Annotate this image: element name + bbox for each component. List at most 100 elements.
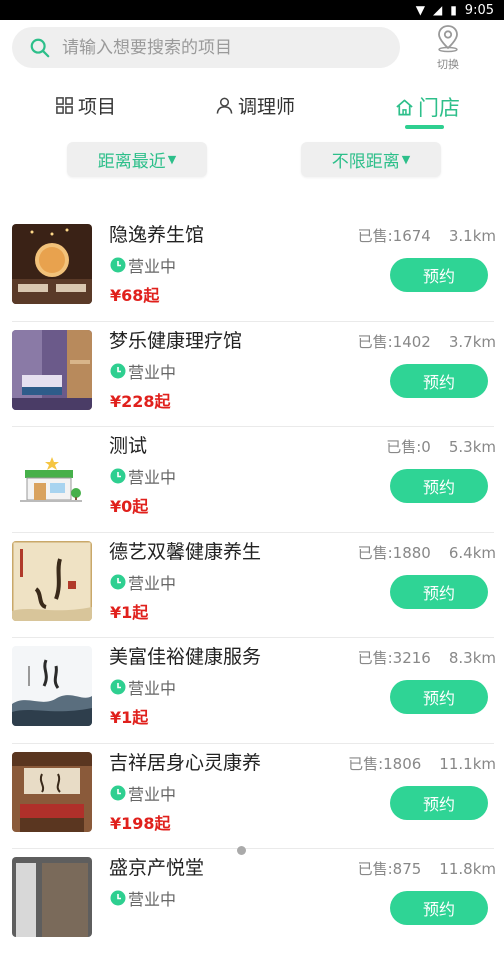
- status-text: 营业中: [128, 784, 177, 804]
- store-name: 盛京产悦堂: [109, 857, 205, 879]
- distance-sort-dropdown[interactable]: 距离最近 ▼: [67, 142, 207, 177]
- store-distance: 11.1km: [439, 754, 496, 773]
- distance-range-dropdown[interactable]: 不限距离 ▼: [301, 142, 441, 177]
- book-button[interactable]: 预约: [390, 891, 488, 925]
- clock-icon: [110, 574, 126, 589]
- sold-count: 已售:3216: [357, 649, 431, 667]
- store-name: 德艺双馨健康养生: [109, 540, 262, 563]
- store-name: 美富佳裕健康服务: [109, 646, 262, 668]
- store-status: 营业中: [110, 781, 176, 805]
- store-distance: 5.3km: [448, 438, 496, 456]
- sold-count: 已售:0: [386, 438, 431, 456]
- grid-icon: [56, 97, 73, 114]
- location-pin-icon: [438, 25, 458, 53]
- status-time: 9:05: [464, 2, 494, 18]
- store-price: ¥198起: [110, 813, 171, 833]
- store-item[interactable]: 美富佳裕健康服务 营业中 ¥1起 已售:3216 8.3km 预约: [0, 638, 504, 744]
- search-box[interactable]: [12, 27, 400, 68]
- book-button[interactable]: 预约: [390, 363, 488, 398]
- status-bar: ▼ ◢ ▮ 9:05: [0, 0, 504, 20]
- store-thumbnail: [12, 224, 92, 304]
- store-meta: 已售:1674 3.1km: [358, 225, 496, 246]
- store-distance: 3.7km: [448, 332, 496, 351]
- store-price: ¥1起: [110, 602, 149, 622]
- store-meta: 已售:1402 3.7km: [358, 331, 496, 352]
- store-status: 营业中: [110, 675, 176, 699]
- clock-icon: [110, 785, 126, 800]
- home-icon: [396, 99, 413, 115]
- scroll-indicator: [237, 846, 246, 855]
- status-text: 营业中: [128, 890, 177, 909]
- status-text: 营业中: [128, 257, 177, 276]
- book-button[interactable]: 预约: [390, 574, 488, 609]
- wifi-icon: ▼: [415, 3, 425, 17]
- switch-location-button[interactable]: 切换: [428, 23, 468, 73]
- sold-count: 已售:1880: [357, 543, 431, 562]
- sold-count: 已售:1402: [357, 332, 431, 351]
- store-status: 营业中: [110, 886, 176, 910]
- search-icon: [30, 38, 50, 57]
- switch-label: 切换: [437, 58, 459, 71]
- clock-icon: [110, 363, 126, 378]
- store-thumbnail: [12, 646, 92, 726]
- store-thumbnail: [12, 329, 92, 410]
- store-price: ¥68起: [110, 286, 160, 305]
- signal-icon: ◢: [432, 3, 443, 17]
- store-status: 营业中: [110, 359, 176, 383]
- store-status: 营业中: [110, 464, 176, 488]
- tab-projects[interactable]: 项目: [55, 92, 116, 119]
- store-name: 测试: [109, 435, 148, 457]
- book-button[interactable]: 预约: [390, 469, 488, 503]
- store-meta: 已售:1806 11.1km: [348, 753, 496, 774]
- search-input[interactable]: [62, 37, 362, 58]
- clock-icon: [110, 468, 126, 484]
- store-distance: 11.8km: [439, 860, 496, 878]
- store-price: ¥0起: [110, 497, 149, 516]
- status-text: 营业中: [128, 679, 177, 698]
- store-distance: 8.3km: [448, 649, 496, 667]
- store-meta: 已售:875 11.8km: [358, 858, 496, 879]
- store-name: 梦乐健康理疗馆: [109, 329, 243, 352]
- clock-icon: [110, 257, 126, 273]
- store-price: ¥228起: [110, 391, 171, 411]
- store-item[interactable]: 盛京产悦堂 营业中 已售:875 11.8km 预约: [0, 849, 504, 955]
- store-status: 营业中: [110, 570, 176, 594]
- store-item[interactable]: 隐逸养生馆 营业中 ¥68起 已售:1674 3.1km 预约: [0, 216, 504, 322]
- store-thumbnail: [12, 751, 92, 832]
- store-thumbnail: [12, 540, 92, 621]
- filter-label: 距离最近: [97, 152, 166, 172]
- book-button[interactable]: 预约: [390, 258, 488, 292]
- store-name: 隐逸养生馆: [109, 224, 205, 246]
- tab-label: 项目: [78, 96, 117, 118]
- caret-down-icon: ▼: [167, 153, 177, 166]
- book-button[interactable]: 预约: [390, 785, 488, 820]
- filter-label: 不限距离: [331, 152, 400, 172]
- store-item[interactable]: 吉祥居身心灵康养 营业中 ¥198起 已售:1806 11.1km 预约: [0, 744, 504, 849]
- store-status: 营业中: [110, 253, 176, 277]
- store-list: 隐逸养生馆 营业中 ¥68起 已售:1674 3.1km 预约 梦乐健康理疗馆 营…: [0, 216, 504, 955]
- tab-stores[interactable]: 门店: [395, 92, 460, 122]
- battery-icon: ▮: [450, 3, 457, 17]
- store-distance: 6.4km: [448, 543, 496, 562]
- clock-icon: [110, 679, 126, 695]
- store-item[interactable]: 测试 营业中 ¥0起 已售:0 5.3km 预约: [0, 427, 504, 533]
- tab-therapists[interactable]: 调理师: [215, 92, 295, 119]
- store-item[interactable]: 梦乐健康理疗馆 营业中 ¥228起 已售:1402 3.7km 预约: [0, 322, 504, 427]
- sold-count: 已售:1674: [357, 227, 431, 245]
- store-meta: 已售:1880 6.4km: [358, 542, 496, 563]
- caret-down-icon: ▼: [401, 153, 411, 166]
- sold-count: 已售:875: [357, 860, 422, 878]
- person-icon: [216, 97, 233, 114]
- tab-label: 门店: [418, 96, 460, 120]
- store-item[interactable]: 德艺双馨健康养生 营业中 ¥1起 已售:1880 6.4km 预约: [0, 533, 504, 638]
- store-thumbnail: [12, 857, 92, 937]
- tab-bar: 项目 调理师 门店: [0, 84, 504, 132]
- search-row: 切换: [0, 20, 504, 76]
- sold-count: 已售:1806: [348, 754, 422, 773]
- status-text: 营业中: [128, 362, 177, 382]
- store-name: 吉祥居身心灵康养: [109, 751, 262, 774]
- book-button[interactable]: 预约: [390, 680, 488, 714]
- status-text: 营业中: [128, 573, 177, 593]
- store-distance: 3.1km: [448, 227, 496, 245]
- tab-label: 调理师: [238, 96, 296, 118]
